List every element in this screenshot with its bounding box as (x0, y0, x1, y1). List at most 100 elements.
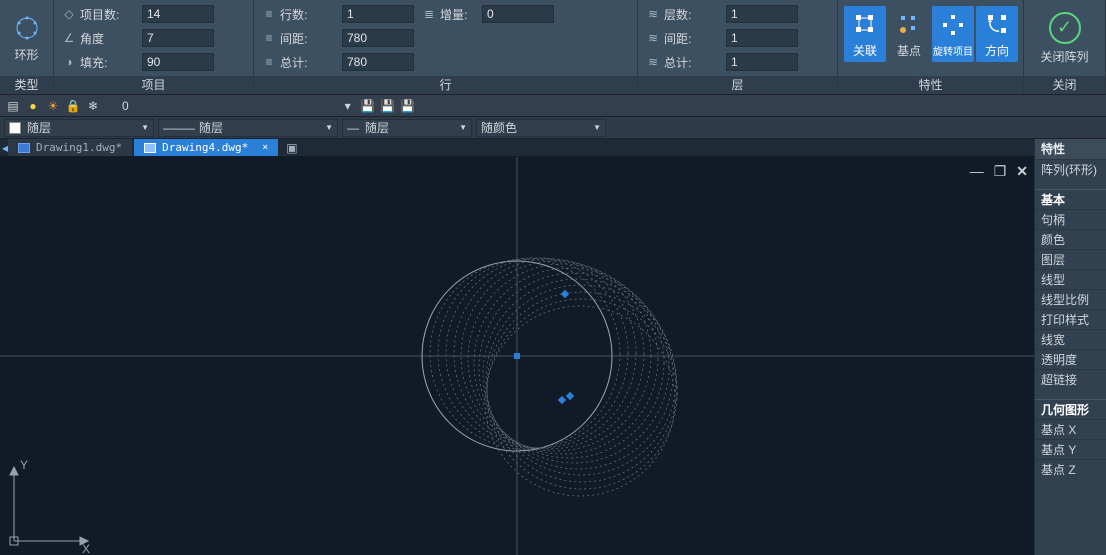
lineweight-combo[interactable]: — 随层 ▼ (342, 119, 472, 137)
items-count-label: 项目数: (80, 6, 119, 23)
row-gap-icon: ≡ (262, 31, 276, 45)
prop-row[interactable]: 超链接 (1035, 369, 1106, 389)
incr-input[interactable] (482, 5, 554, 23)
basepoint-button[interactable]: 基点 (888, 6, 930, 62)
chevron-down-icon[interactable]: ▾ (341, 99, 355, 113)
direction-icon (983, 10, 1011, 38)
prop-row[interactable]: 基点 Y (1035, 439, 1106, 459)
row-total-input[interactable] (342, 53, 414, 71)
properties-panel: 特性 阵列(环形) 基本 句柄 颜色 图层 线型 线型比例 打印样式 线宽 透明… (1034, 139, 1106, 555)
rotate-items-button[interactable]: 旋转项目 (932, 6, 974, 62)
ribbon-group-type-title: 类型 (0, 76, 53, 94)
basepoint-icon (895, 10, 923, 38)
row-gap-input[interactable] (342, 29, 414, 47)
linetype-combo-text: 随层 (199, 119, 223, 136)
rows-input[interactable] (342, 5, 414, 23)
drawing-area[interactable]: — ❐ ✕ (0, 157, 1034, 555)
angle-label: 角度 (80, 30, 104, 47)
layers-total-label: 总计: (664, 54, 691, 71)
chevron-down-icon: ▼ (325, 123, 333, 132)
prop-row[interactable]: 线宽 (1035, 329, 1106, 349)
prop-row[interactable]: 透明度 (1035, 349, 1106, 369)
color-combo-text: 随层 (27, 119, 51, 136)
ribbon-group-levels-title: 层 (638, 76, 837, 94)
color-swatch-icon (9, 122, 21, 134)
tab-close-button[interactable]: × (262, 142, 268, 153)
viewport-window-controls: — ❐ ✕ (970, 163, 1028, 180)
rotate-items-label: 旋转项目 (933, 43, 973, 58)
property-combo-toolbar: 随层 ▼ ——— 随层 ▼ — 随层 ▼ 随颜色 ▼ (0, 117, 1106, 139)
document-tab-1[interactable]: Drawing1.dwg* (8, 139, 132, 156)
check-circle-icon: ✓ (1049, 12, 1081, 44)
ribbon-group-items: ◇项目数: ∠角度 ◑填充: 项目 (54, 0, 254, 94)
direction-button[interactable]: 方向 (976, 6, 1018, 62)
prop-row[interactable]: 线型 (1035, 269, 1106, 289)
save2-icon[interactable]: 💾 (381, 99, 395, 113)
items-count-icon: ◇ (62, 7, 76, 21)
chevron-down-icon: ▼ (459, 123, 467, 132)
prop-row[interactable]: 线型比例 (1035, 289, 1106, 309)
layers-gap-label: 间距: (664, 30, 691, 47)
lineweight-dash-icon: — (347, 121, 359, 135)
save3-icon[interactable]: 💾 (401, 99, 415, 113)
layer-manager-icon[interactable]: ▤ (6, 99, 20, 113)
ribbon-group-features-title: 特性 (838, 76, 1023, 94)
prop-row[interactable]: 打印样式 (1035, 309, 1106, 329)
row-total-label: 总计: (280, 54, 307, 71)
layers-total-input[interactable] (726, 53, 798, 71)
axis-x-label: X (82, 542, 90, 555)
basepoint-label: 基点 (897, 42, 921, 59)
minimize-button[interactable]: — (970, 163, 984, 180)
save-icon[interactable]: 💾 (361, 99, 375, 113)
freeze-icon[interactable]: ❄ (86, 99, 100, 113)
assoc-button[interactable]: 关联 (844, 6, 886, 62)
layers-gap-input[interactable] (726, 29, 798, 47)
items-count-input[interactable] (142, 5, 214, 23)
prop-row[interactable]: 颜色 (1035, 229, 1106, 249)
prop-row[interactable]: 基点 X (1035, 419, 1106, 439)
close-array-label: 关闭阵列 (1040, 48, 1088, 65)
color-combo[interactable]: 随层 ▼ (4, 119, 154, 137)
angle-icon: ∠ (62, 31, 76, 45)
plotcolor-combo[interactable]: 随颜色 ▼ (476, 119, 606, 137)
linetype-combo[interactable]: ——— 随层 ▼ (158, 119, 338, 137)
rows-label: 行数: (280, 6, 307, 23)
rows-icon: ≡ (262, 7, 276, 21)
assoc-label: 关联 (853, 42, 877, 59)
layers-input[interactable] (726, 5, 798, 23)
circular-array-icon (13, 14, 41, 42)
document-tab-2[interactable]: Drawing4.dwg* × (134, 139, 278, 156)
layer-name: 0 (122, 99, 129, 113)
angle-input[interactable] (142, 29, 214, 47)
prop-row[interactable]: 句柄 (1035, 209, 1106, 229)
prop-row[interactable]: 基点 Z (1035, 459, 1106, 479)
direction-label: 方向 (985, 42, 1009, 59)
restore-button[interactable]: ❐ (994, 163, 1007, 180)
array-type-circular-label: 环形 (14, 46, 38, 63)
close-viewport-button[interactable]: ✕ (1016, 163, 1028, 180)
array-type-circular-button[interactable]: 环形 (8, 4, 45, 72)
lightbulb-icon[interactable]: ● (26, 99, 40, 113)
lock-icon[interactable]: 🔒 (66, 99, 80, 113)
layers-total-icon: ≋ (646, 55, 660, 69)
ribbon-group-rows: ≡行数: ≡间距: ≡总计: ≣增量: 行 (254, 0, 638, 94)
prop-row[interactable]: 图层 (1035, 249, 1106, 269)
tab-scroll-left-icon[interactable]: ◂ (2, 139, 6, 156)
properties-title: 特性 (1035, 139, 1106, 159)
document-tabstrip: ◂ Drawing1.dwg* Drawing4.dwg* × ▣ (0, 139, 1106, 157)
axis-y-label: Y (20, 458, 28, 472)
row-gap-label: 间距: (280, 30, 307, 47)
ribbon-group-items-title: 项目 (54, 76, 253, 94)
sun-icon[interactable]: ☀ (46, 99, 60, 113)
new-tab-button[interactable]: ▣ (280, 139, 303, 156)
ribbon-group-rows-title: 行 (254, 76, 637, 94)
close-array-button[interactable]: ✓ 关闭阵列 (1035, 4, 1095, 72)
linetype-dash-icon: ——— (163, 121, 193, 135)
rotate-items-icon (939, 11, 967, 39)
document-tab-2-label: Drawing4.dwg* (162, 141, 248, 154)
fill-input[interactable] (142, 53, 214, 71)
chevron-down-icon: ▼ (593, 123, 601, 132)
row-total-icon: ≡ (262, 55, 276, 69)
layers-label: 层数: (664, 6, 691, 23)
layers-gap-icon: ≋ (646, 31, 660, 45)
